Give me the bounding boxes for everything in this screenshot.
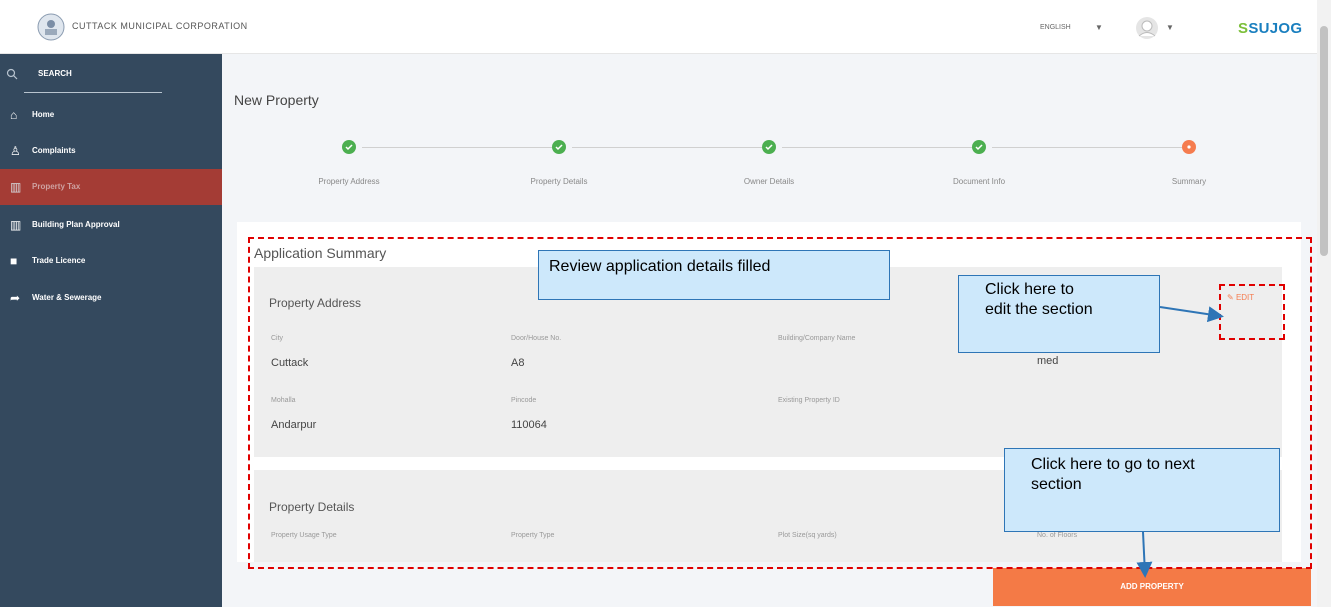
search-label: SEARCH [38,69,72,78]
search-underline [24,92,162,93]
brand-logo-text: SUJOG [1248,20,1303,37]
callout-text: edit the section [985,301,1093,318]
scrollbar-thumb[interactable] [1320,26,1328,256]
sidebar-item-property-tax[interactable]: ▥ Property Tax [0,169,222,205]
step-connector [572,147,762,148]
add-property-button[interactable]: ADD PROPERTY [993,568,1311,606]
sidebar-item-trade-licence[interactable]: ■ Trade Licence [0,243,222,279]
building-icon: ▥ [10,218,22,232]
chevron-down-icon[interactable]: ▼ [1095,23,1103,32]
sidebar-item-home[interactable]: ⌂ Home [0,97,222,133]
annotation-edit-box [1219,284,1285,340]
building-icon: ▥ [10,180,22,194]
search-icon [6,68,18,80]
user-add-icon: ♙ [10,144,21,158]
step-label: Summary [1171,177,1207,186]
callout-next: Click here to go to next section [1004,448,1280,532]
sidebar-item-label: Home [32,110,55,119]
step-connector [362,147,552,148]
sidebar-item-complaints[interactable]: ♙ Complaints [0,133,222,169]
municipal-emblem-icon [37,13,65,41]
sidebar-item-label: Property Tax [32,182,81,191]
callout-review: Review application details filled [538,250,890,300]
sidebar-item-label: Building Plan Approval [32,220,120,229]
share-icon: ➦ [10,291,21,305]
stepper: Property Address Property Details Owner … [232,130,1302,200]
step-connector [992,147,1182,148]
step-label: Property Details [530,177,588,186]
sidebar-item-water-sewerage[interactable]: ➦ Water & Sewerage [0,280,222,316]
step-connector [782,147,972,148]
callout-text: Review application details filled [549,258,771,275]
page-title: New Property [234,92,319,108]
callout-text: Click here to [985,281,1074,298]
step-complete-icon[interactable] [762,140,776,154]
sidebar: SEARCH ⌂ Home ♙ Complaints ▥ Property Ta… [0,54,222,607]
sidebar-item-label: Water & Sewerage [32,293,102,302]
sidebar-item-label: Complaints [32,146,76,155]
top-bar: CUTTACK MUNICIPAL CORPORATION ENGLISH ▼ … [0,0,1331,54]
step-label: Document Info [952,177,1006,186]
home-icon: ⌂ [10,108,18,122]
step-label: Property Address [318,177,380,186]
callout-edit: Click here to edit the section [958,275,1160,353]
chevron-down-icon[interactable]: ▼ [1166,23,1174,32]
callout-text: section [1031,476,1082,493]
sidebar-item-label: Trade Licence [32,256,86,265]
step-complete-icon[interactable] [972,140,986,154]
step-current-icon[interactable] [1182,140,1196,154]
org-name: CUTTACK MUNICIPAL CORPORATION [72,21,248,31]
step-complete-icon[interactable] [552,140,566,154]
callout-text: Click here to go to next [1031,456,1195,473]
language-select[interactable]: ENGLISH [1040,24,1071,31]
briefcase-icon: ■ [10,254,18,268]
step-label: Owner Details [743,177,795,186]
brand-logo: SSUJOG [1238,20,1302,37]
avatar[interactable] [1135,16,1159,40]
brand-logo-mark: S [1238,20,1249,37]
sidebar-search[interactable]: SEARCH [0,60,222,93]
sidebar-item-building-plan-approval[interactable]: ▥ Building Plan Approval [0,207,222,243]
step-complete-icon[interactable] [342,140,356,154]
